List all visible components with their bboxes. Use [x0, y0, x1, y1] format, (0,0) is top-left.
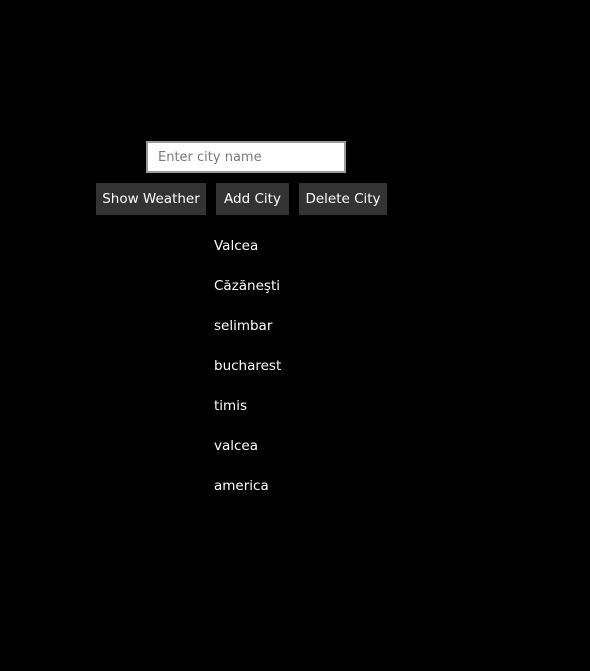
show-weather-button[interactable]: Show Weather [96, 183, 206, 215]
city-list-item[interactable]: valcea [214, 432, 281, 472]
add-city-button[interactable]: Add City [216, 183, 289, 215]
city-name-input[interactable] [146, 141, 346, 173]
city-list-item[interactable]: selimbar [214, 312, 281, 352]
city-list-item[interactable]: america [214, 472, 281, 512]
city-list-item[interactable]: Valcea [214, 232, 281, 272]
city-list-item[interactable]: Căzăneşti [214, 272, 281, 312]
city-list-item[interactable]: bucharest [214, 352, 281, 392]
delete-city-button[interactable]: Delete City [299, 183, 387, 215]
city-list-item[interactable]: timis [214, 392, 281, 432]
city-list: Valcea Căzăneşti selimbar bucharest timi… [214, 232, 281, 512]
